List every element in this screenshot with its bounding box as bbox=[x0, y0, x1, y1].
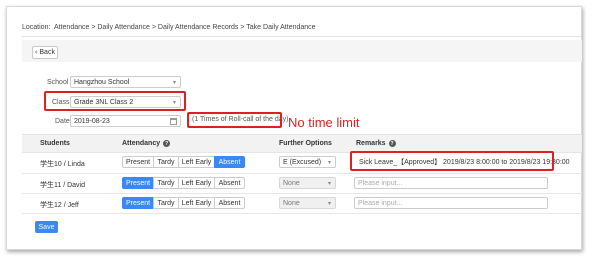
option-absent[interactable]: Absent bbox=[214, 156, 245, 168]
breadcrumb-prefix: Location: bbox=[22, 24, 51, 31]
school-value: Hangzhou School bbox=[74, 78, 130, 86]
back-button[interactable]: ‹ Back bbox=[32, 46, 58, 59]
chevron-down-icon: ▾ bbox=[172, 80, 176, 86]
option-present[interactable]: Present bbox=[122, 177, 154, 189]
option-present[interactable]: Present bbox=[122, 156, 154, 168]
option-tardy[interactable]: Tardy bbox=[153, 156, 179, 168]
student-name: 学生11 / David bbox=[40, 182, 85, 189]
school-select[interactable]: Hangzhou School ▾ bbox=[70, 76, 181, 88]
row-divider bbox=[22, 173, 582, 174]
divider bbox=[22, 36, 582, 37]
student-name: 学生10 / Linda bbox=[40, 161, 85, 168]
header-students-label: Students bbox=[40, 140, 70, 147]
header-further-options: Further Options bbox=[279, 140, 332, 147]
row-divider bbox=[22, 213, 582, 214]
further-options-select: None ▾ bbox=[279, 177, 336, 189]
chevron-down-icon: ▾ bbox=[172, 100, 176, 106]
option-absent[interactable]: Absent bbox=[214, 177, 245, 189]
remark-input[interactable]: Please input... bbox=[354, 197, 548, 209]
chevron-down-icon: ▾ bbox=[327, 160, 331, 166]
option-tardy[interactable]: Tardy bbox=[153, 197, 179, 209]
row-divider bbox=[22, 152, 582, 153]
header-further-options-label: Further Options bbox=[279, 140, 332, 147]
option-present[interactable]: Present bbox=[122, 197, 154, 209]
option-left-early[interactable]: Left Early bbox=[178, 177, 215, 189]
header-attendancy: Attendancy ? bbox=[122, 140, 171, 147]
breadcrumb: Location: Attendance > Daily Attendance … bbox=[22, 24, 318, 31]
header-attendancy-label: Attendancy bbox=[122, 140, 161, 147]
option-absent[interactable]: Absent bbox=[214, 197, 245, 209]
option-left-early[interactable]: Left Early bbox=[178, 197, 215, 209]
toolbar bbox=[22, 40, 582, 62]
annotation-no-time-limit: No time limit bbox=[288, 115, 360, 130]
chevron-left-icon: ‹ bbox=[35, 49, 38, 56]
further-options-select: None ▾ bbox=[279, 197, 336, 209]
further-option-value: E (Excused) bbox=[283, 158, 322, 166]
chevron-down-icon: ▾ bbox=[327, 201, 331, 207]
help-icon[interactable]: ? bbox=[163, 140, 171, 147]
further-option-value: None bbox=[283, 179, 300, 187]
roll-call-note: (1 Times of Roll-call of the day) bbox=[192, 116, 289, 123]
further-option-value: None bbox=[283, 199, 300, 207]
header-students: Students bbox=[40, 140, 70, 147]
option-left-early[interactable]: Left Early bbox=[178, 156, 215, 168]
option-tardy[interactable]: Tardy bbox=[153, 177, 179, 189]
attendance-toggle: Present Tardy Left Early Absent bbox=[122, 177, 245, 189]
calendar-icon bbox=[170, 118, 177, 125]
back-button-label: Back bbox=[39, 49, 55, 56]
remark-input[interactable]: Please input... bbox=[354, 177, 548, 189]
breadcrumb-path: Attendance > Daily Attendance > Daily At… bbox=[53, 24, 316, 31]
header-remarks: Remarks ? bbox=[356, 140, 396, 147]
date-input[interactable]: 2019-08-23 bbox=[70, 115, 181, 127]
student-name: 学生12 / Jeff bbox=[40, 202, 79, 209]
class-select[interactable]: Grade 3NL Class 2 ▾ bbox=[70, 96, 181, 108]
remark-text: Sick Leave_【Approved】 2019/8/23 8:00:00 … bbox=[359, 159, 570, 166]
date-label: Date bbox=[55, 118, 70, 125]
header-remarks-label: Remarks bbox=[356, 140, 386, 147]
school-label: School bbox=[47, 79, 69, 86]
row-divider bbox=[22, 193, 582, 194]
attendance-toggle: Present Tardy Left Early Absent bbox=[122, 156, 245, 168]
further-options-select[interactable]: E (Excused) ▾ bbox=[279, 156, 336, 168]
chevron-down-icon: ▾ bbox=[327, 181, 331, 187]
help-icon[interactable]: ? bbox=[388, 140, 396, 147]
class-value: Grade 3NL Class 2 bbox=[74, 98, 134, 106]
class-label: Class bbox=[52, 99, 70, 106]
save-button[interactable]: Save bbox=[35, 221, 58, 233]
attendance-toggle: Present Tardy Left Early Absent bbox=[122, 197, 245, 209]
date-value: 2019-08-23 bbox=[74, 117, 110, 125]
